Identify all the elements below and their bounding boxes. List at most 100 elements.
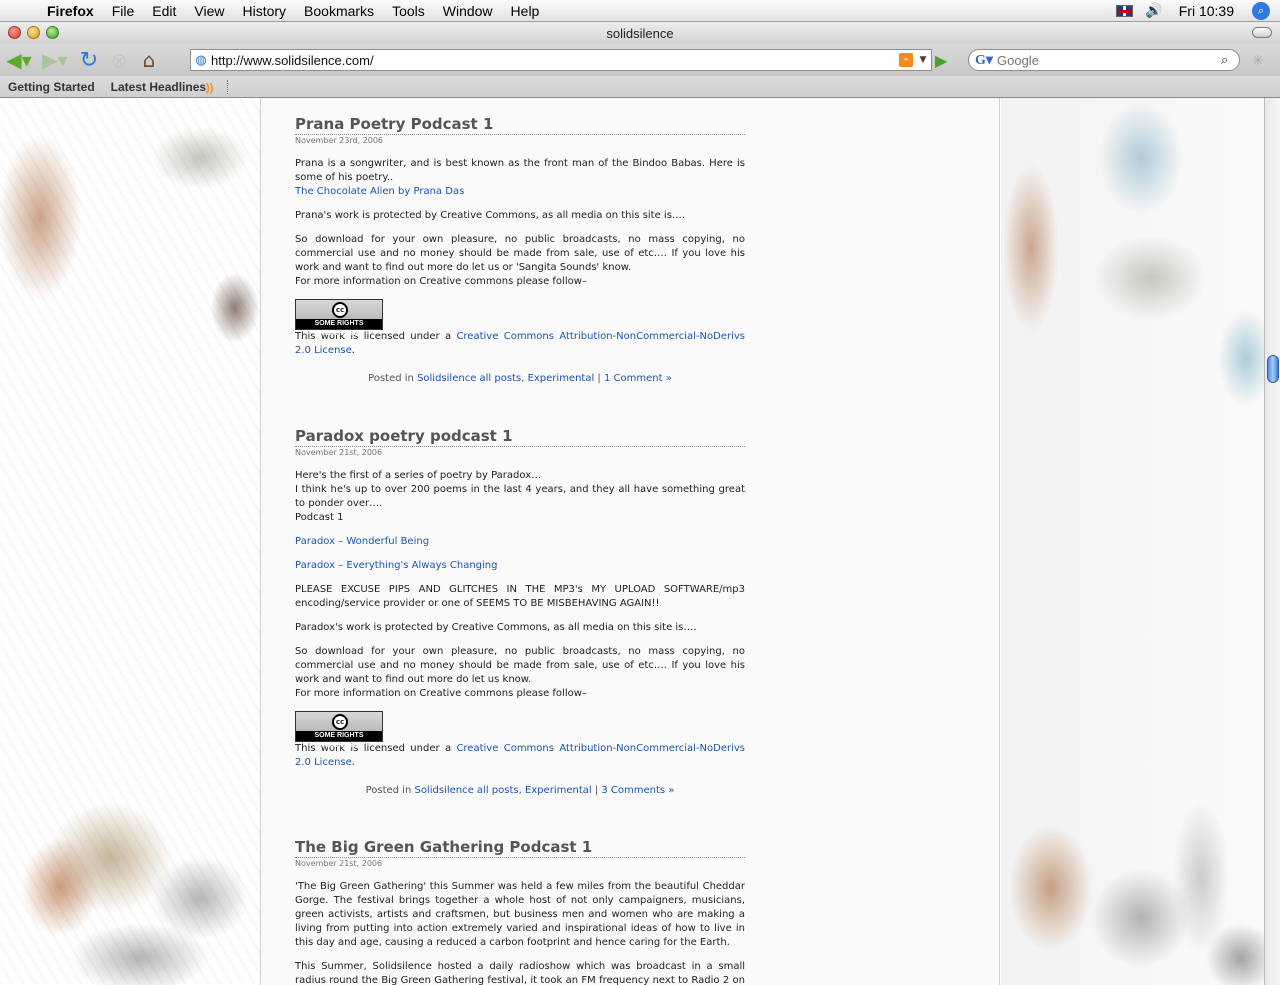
post-intro-text: Prana is a songwriter, and is best known… — [295, 158, 745, 183]
cc-license-badge[interactable]: cc SOME RIGHTS RESERVED — [295, 711, 383, 749]
license-suffix: . — [351, 345, 355, 356]
search-bar[interactable]: G▾ ⌕ — [968, 49, 1240, 71]
cc-badge-text: SOME RIGHTS RESERVED — [296, 731, 382, 749]
menu-tools[interactable]: Tools — [383, 0, 434, 22]
meta-separator: | — [591, 785, 602, 796]
post-download: So download for your own pleasure, no pu… — [295, 645, 745, 701]
post-title[interactable]: Prana Poetry Podcast 1 — [295, 114, 745, 135]
input-flag-icon[interactable] — [1116, 5, 1134, 17]
category-link-all-posts[interactable]: Solidsilence all posts — [417, 373, 521, 384]
home-button[interactable]: ⌂ — [134, 47, 164, 73]
menu-edit[interactable]: Edit — [143, 0, 185, 22]
bookmarks-divider — [227, 79, 229, 94]
menu-help[interactable]: Help — [502, 0, 549, 22]
license-line: This work is licensed under a Creative C… — [295, 742, 745, 770]
menu-view[interactable]: View — [185, 0, 233, 22]
post-download-text: So download for your own pleasure, no pu… — [295, 646, 745, 685]
window-titlebar: solidsilence — [0, 22, 1280, 44]
zoom-window-button[interactable] — [46, 26, 59, 39]
go-button[interactable]: ▶ — [935, 51, 947, 70]
post-paradox: Paradox poetry podcast 1 November 21st, … — [295, 426, 745, 798]
post-protected: Paradox's work is protected by Creative … — [295, 622, 697, 633]
post-download: So download for your own pleasure, no pu… — [295, 233, 745, 289]
loading-throbber-icon: ✳ — [1252, 53, 1264, 69]
category-link-all-posts[interactable]: Solidsilence all posts — [414, 785, 518, 796]
bookmark-latest-headlines-label: Latest Headlines — [110, 79, 207, 94]
back-button[interactable]: ◀▾ — [2, 47, 36, 73]
post-date: November 21st, 2006 — [295, 859, 383, 868]
menubar-clock[interactable]: Fri 10:39 — [1179, 3, 1234, 19]
post-protected: Prana's work is protected by Creative Co… — [295, 210, 686, 221]
podcast-label: Podcast 1 — [295, 512, 344, 523]
post-paragraph-2: This Summer, Solidsilence hosted a daily… — [295, 961, 745, 985]
toolbar-toggle-button[interactable] — [1252, 27, 1272, 38]
post-prana: Prana Poetry Podcast 1 November 23rd, 20… — [295, 114, 745, 386]
category-link-experimental[interactable]: Experimental — [525, 785, 592, 796]
license-line: This work is licensed under a Creative C… — [295, 330, 745, 358]
audio-link-wonderful-being[interactable]: Paradox – Wonderful Being — [295, 536, 429, 547]
post-intro-line2: I think he's up to over 200 poems in the… — [295, 484, 745, 509]
comments-link[interactable]: 3 Comments » — [601, 785, 674, 796]
menu-bookmarks[interactable]: Bookmarks — [295, 0, 383, 22]
post-download-text: So download for your own pleasure, no pu… — [295, 234, 745, 273]
cc-logo-icon: cc — [332, 302, 348, 318]
audio-link-chocolate-alien[interactable]: The Chocolate Alien by Prana Das — [295, 186, 464, 197]
vertical-scrollbar[interactable] — [1264, 98, 1280, 985]
stop-button[interactable]: ⊗ — [104, 47, 134, 73]
audio-link-row: Paradox – Wonderful Being — [295, 535, 745, 549]
post-intro: Prana is a songwriter, and is best known… — [295, 157, 745, 199]
live-bookmark-rss-icon: )) — [206, 81, 214, 94]
audio-link-row: Paradox – Everything's Always Changing — [295, 559, 745, 573]
audio-link-everythings-changing[interactable]: Paradox – Everything's Always Changing — [295, 560, 498, 571]
bookmarks-toolbar: Getting Started Latest Headlines)) — [0, 76, 1280, 98]
right-instruments-collage — [1001, 98, 1264, 985]
posted-in-label: Posted in — [368, 373, 418, 384]
google-engine-icon[interactable]: G▾ — [975, 52, 997, 69]
site-globe-icon: ◍ — [195, 52, 207, 68]
comments-link[interactable]: 1 Comment » — [604, 373, 672, 384]
post-title[interactable]: Paradox poetry podcast 1 — [295, 426, 745, 447]
menu-firefox[interactable]: Firefox — [38, 0, 103, 22]
post-meta: Posted in Solidsilence all posts, Experi… — [295, 372, 745, 386]
navigation-toolbar: ◀▾ ▶▾ ↻ ⊗ ⌂ ◍ ⌁ ▼ ▶ G▾ ⌕ ✳ — [0, 44, 1280, 76]
post-notice: PLEASE EXCUSE PIPS AND GLITCHES IN THE M… — [295, 584, 745, 609]
bookmark-getting-started[interactable]: Getting Started — [0, 80, 103, 94]
reload-button[interactable]: ↻ — [74, 47, 104, 73]
post-date: November 23rd, 2006 — [295, 136, 384, 145]
search-icon[interactable]: ⌕ — [1221, 53, 1239, 68]
spotlight-icon[interactable]: ⌕ — [1252, 2, 1270, 20]
bookmark-latest-headlines[interactable]: Latest Headlines)) — [103, 80, 222, 94]
rss-feed-icon[interactable]: ⌁ — [899, 53, 913, 67]
post-big-green-gathering: The Big Green Gathering Podcast 1 Novemb… — [295, 837, 745, 985]
post-meta: Posted in Solidsilence all posts, Experi… — [295, 784, 745, 798]
window-title: solidsilence — [606, 25, 674, 41]
forward-button[interactable]: ▶▾ — [36, 47, 74, 73]
cc-logo-icon: cc — [332, 714, 348, 730]
menu-window[interactable]: Window — [434, 0, 502, 22]
menu-bar: Firefox File Edit View History Bookmarks… — [0, 0, 1280, 22]
post-intro-line1: Here's the first of a series of poetry b… — [295, 470, 542, 481]
post-intro: Here's the first of a series of poetry b… — [295, 469, 745, 525]
volume-icon[interactable]: 🔊 — [1145, 3, 1162, 19]
url-history-dropdown-icon[interactable]: ▼ — [917, 55, 929, 65]
posted-in-label: Posted in — [365, 785, 415, 796]
license-suffix: . — [351, 757, 355, 768]
menu-history[interactable]: History — [233, 0, 295, 22]
minimize-window-button[interactable] — [27, 26, 40, 39]
search-input[interactable] — [997, 52, 1221, 68]
post-more-info: For more information on Creative commons… — [295, 276, 587, 287]
cc-license-badge[interactable]: cc SOME RIGHTS RESERVED — [295, 299, 383, 337]
category-link-experimental[interactable]: Experimental — [528, 373, 595, 384]
post-date: November 21st, 2006 — [295, 448, 383, 457]
close-window-button[interactable] — [8, 26, 21, 39]
post-more-info: For more information on Creative commons… — [295, 688, 587, 699]
left-instruments-collage — [0, 98, 260, 985]
url-input[interactable] — [211, 52, 899, 68]
post-paragraph-1: 'The Big Green Gathering' this Summer wa… — [295, 881, 745, 948]
address-bar[interactable]: ◍ ⌁ ▼ — [190, 49, 932, 71]
menu-file[interactable]: File — [103, 0, 144, 22]
post-title[interactable]: The Big Green Gathering Podcast 1 — [295, 837, 745, 858]
scrollbar-thumb[interactable] — [1267, 355, 1279, 383]
meta-separator: | — [594, 373, 604, 384]
cc-badge-text: SOME RIGHTS RESERVED — [296, 319, 382, 337]
